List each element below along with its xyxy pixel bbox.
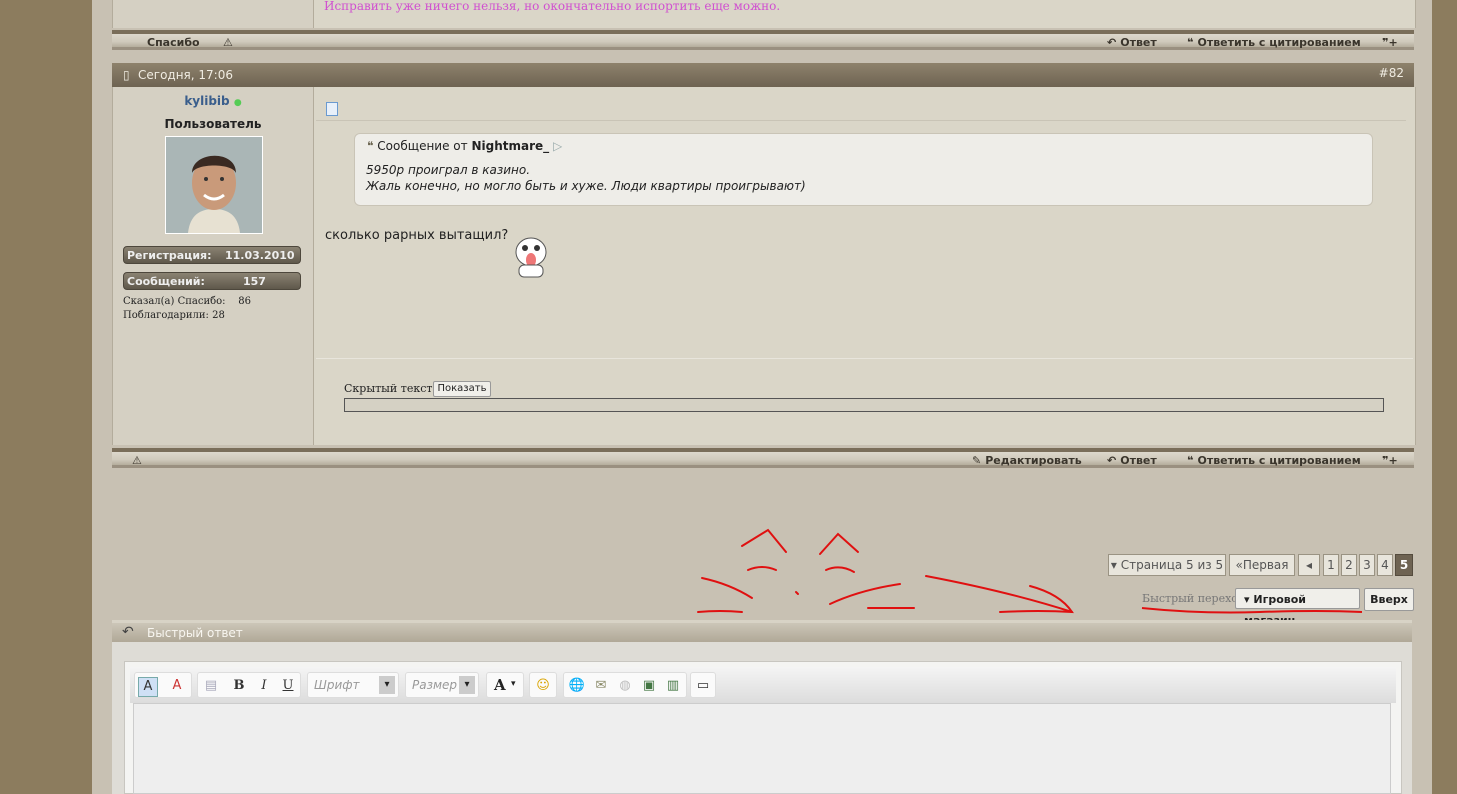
quick-reply-title: Быстрый ответ [147,626,243,640]
text-color-button[interactable]: A ▾ [486,672,524,698]
message-textarea[interactable] [133,703,1391,794]
hidden-text-label: Скрытый текст: [344,382,437,395]
quick-reply-header: ↶ Быстрый ответ [112,620,1412,642]
post-message: сколько рарных вытащил? [325,228,509,243]
user-info-panel: kylibib ● Пользователь Регистрация: 11.0… [113,87,314,445]
said-thanks-stat: Сказал(а) Спасибо: 86 [123,296,251,307]
wysiwyg-mode-icon[interactable]: A [138,677,158,697]
red-underline-annotation [1141,607,1363,614]
signature-divider [316,358,1413,359]
email-icon[interactable]: ✉ [592,677,610,695]
online-status-icon: ● [233,98,242,108]
posts-stat: Сообщений: 157 [123,272,301,290]
prev-page-button[interactable]: ◂ [1298,554,1320,576]
thanks-button[interactable]: Спасибо [147,36,200,49]
left-arrow-icon: ◂ [1305,558,1313,572]
cat-smiley-icon [515,237,547,278]
page-3-link[interactable]: 3 [1359,554,1375,576]
underline-icon[interactable]: U [279,677,297,695]
smiley-icon: ☺ [536,678,550,693]
post-action-bar: ⚠ ✎ Редактировать ↶ Ответ ❝ Ответить с цити… [112,448,1414,468]
edit-button[interactable]: ✎ Редактировать [972,454,1082,467]
text-color-icon: A [494,676,506,694]
quote-line-1: 5950р проиграл в казино. [366,163,531,177]
first-page-button[interactable]: «Первая [1229,554,1295,576]
toolbar-insert-group: 🌐 ✉ ◍ ▣ ▥ [563,672,687,698]
back-to-top-button[interactable]: Вверх [1364,588,1414,611]
post-multi-quote-icon[interactable]: ❞+ [1382,454,1398,467]
bold-icon[interactable]: B [230,677,248,695]
reply-arrow-icon: ↶ [1107,454,1117,467]
was-thanked-stat: Поблагодарили: 28 [123,310,225,321]
page-1-link[interactable]: 1 [1323,554,1339,576]
size-select[interactable]: Размер ▾ [405,672,479,698]
page-4-link[interactable]: 4 [1377,554,1393,576]
chevron-down-icon: ▾ [379,676,395,694]
double-left-icon: « [1235,558,1243,572]
view-post-icon[interactable]: ▷ [553,139,562,153]
previous-post: Исправить уже ничего нельзя, но окончате… [112,0,1416,28]
avatar-image [166,137,262,233]
post-quote-reply-button[interactable]: ❝ Ответить с цитированием [1187,454,1361,467]
post-icon [326,102,338,116]
quote-reply-button[interactable]: ❝ Ответить с цитированием [1187,36,1361,49]
speech-bubble-icon: ▭ [696,678,710,693]
post-divider [316,120,1406,121]
post-date: Сегодня, 17:06 [138,68,233,82]
chevron-down-icon: ▾ [511,679,516,689]
quote-author: Nightmare_ [471,139,550,153]
smilies-button[interactable]: ☺ [529,672,557,698]
pencil-icon: ✎ [972,454,982,467]
report-warning-icon[interactable]: ⚠ [223,36,233,49]
quote-icon: ❝ [1187,454,1194,467]
page-2-link[interactable]: 2 [1341,554,1357,576]
quote-insert-button[interactable]: ▭ [690,672,716,698]
reply-arrow-icon: ↶ [122,624,134,640]
page-of-dropdown[interactable]: ▾ Страница 5 из 5 [1108,554,1226,576]
current-page: 5 [1395,554,1413,576]
quote-mark-icon: ❝ [367,139,374,153]
toolbar-format-group: ▤ B I U [197,672,301,698]
dropdown-triangle-icon: ▾ [1110,558,1117,572]
multi-quote-icon[interactable]: ❞+ [1382,36,1398,49]
chevron-down-icon: ▾ [459,676,475,694]
previous-post-userinfo [113,0,314,28]
remove-format-icon[interactable]: A [168,677,186,695]
red-annotation-drawing [697,528,1074,614]
signature-text: Исправить уже ничего нельзя, но окончате… [324,0,781,13]
quote-prefix: Сообщение от [377,139,468,153]
user-title: Пользователь [164,117,262,131]
post-reply-button[interactable]: ↶ Ответ [1107,454,1157,467]
post-header: ▯ Сегодня, 17:06 #82 [112,63,1414,87]
video-icon[interactable]: ▥ [664,677,682,695]
paste-icon[interactable]: ▤ [202,677,220,695]
registration-stat: Регистрация: 11.03.2010 [123,246,301,264]
quote-icon: ❝ [1187,36,1194,49]
report-post-icon[interactable]: ⚠ [132,454,142,467]
font-select[interactable]: Шрифт ▾ [307,672,399,698]
quote-line-2: Жаль конечно, но могло быть и хуже. Люди… [366,179,806,193]
post-document-icon: ▯ [123,68,130,82]
show-hidden-button[interactable]: Показать [433,381,491,397]
avatar[interactable] [165,136,263,234]
username-link[interactable]: kylibib [184,94,229,108]
unlink-icon[interactable]: ◍ [616,677,634,695]
previous-post-action-bar: Спасибо ⚠ ↶ Ответ ❝ Ответить с цитирование… [112,30,1414,50]
quote-block: ❝ Сообщение от Nightmare_ ▷ 5950р проигр… [354,133,1373,206]
link-icon[interactable]: 🌐 [568,677,586,695]
reply-arrow-icon: ↶ [1107,36,1117,49]
toolbar-mode-group: A A [134,672,192,698]
post-number-link[interactable]: #82 [1379,66,1404,80]
italic-icon[interactable]: I [255,677,273,695]
hidden-content-box [344,398,1384,412]
reply-button[interactable]: ↶ Ответ [1107,36,1157,49]
image-icon[interactable]: ▣ [640,677,658,695]
